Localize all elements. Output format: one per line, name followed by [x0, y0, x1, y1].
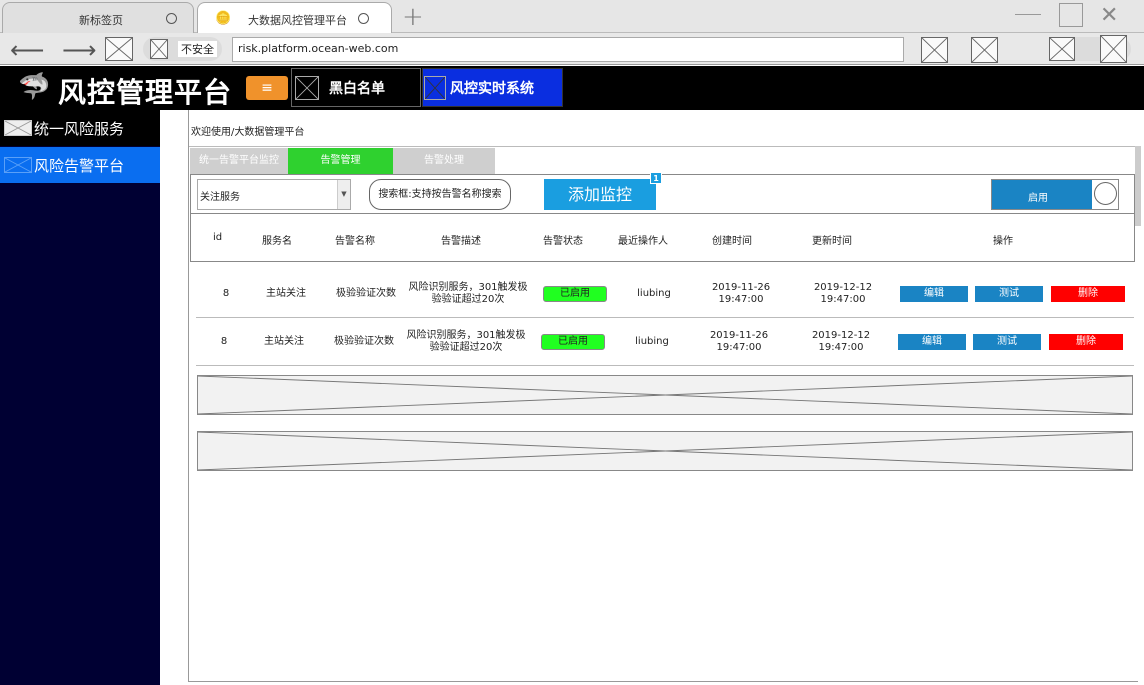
maximize-icon[interactable]: [1059, 3, 1083, 27]
status-badge: 已启用: [543, 286, 607, 302]
table-row: 8 主站关注 极验验证次数 风险识别服务，301触发极验验证超过20次 已启用 …: [196, 270, 1134, 318]
column-header: 告警名称: [335, 236, 375, 247]
sidebar-item-unified-risk[interactable]: 统一风险服务: [0, 110, 160, 146]
tab-alarm-handling[interactable]: 告警处理: [393, 148, 495, 174]
cell-operator: liubing: [637, 288, 671, 299]
alarm-platform-icon: [4, 157, 32, 173]
placeholder-image: [197, 375, 1133, 415]
cell-desc: 风险识别服务，301触发极验验证超过20次: [408, 282, 528, 305]
tab-close-icon[interactable]: [166, 13, 177, 24]
tab-close-icon[interactable]: [358, 13, 369, 24]
toolbar: 关注服务 ▼ 搜索框:支持按告警名称搜索 添加监控 1 启用: [190, 172, 1135, 214]
app-header: 🦈 风控管理平台 ≡ 黑白名单 风控实时系统: [0, 66, 1144, 110]
shark-logo-icon: 🦈: [18, 72, 51, 102]
cell-updated: 2019-12-12 19:47:00: [813, 282, 873, 305]
sidebar-item-label: 统一风险服务: [34, 119, 125, 138]
service-select[interactable]: 关注服务 ▼: [197, 179, 351, 210]
nav-realtime-system[interactable]: 风控实时系统: [422, 68, 563, 107]
cell-name: 极验验证次数: [334, 336, 394, 347]
url-input[interactable]: risk.platform.ocean-web.com: [232, 37, 904, 62]
tab-alarm-management[interactable]: 告警管理: [288, 148, 393, 174]
cell-name: 极验验证次数: [336, 288, 396, 299]
cell-operator: liubing: [635, 336, 669, 347]
tab-label: 大数据风控管理平台: [248, 14, 347, 27]
cell-updated: 2019-12-12 19:47:00: [811, 330, 871, 353]
column-header: 告警状态: [543, 236, 583, 247]
nav-realtime-label: 风控实时系统: [450, 80, 534, 97]
new-tab-plus-icon[interactable]: +: [402, 4, 424, 30]
test-button[interactable]: 测试: [975, 286, 1043, 302]
blacklist-icon: [295, 75, 319, 100]
browser-tab-bar: 新标签页 🪙 大数据风控管理平台 + ✕: [0, 0, 1144, 34]
column-header: 服务名: [262, 236, 292, 247]
placeholder-image: [197, 431, 1133, 471]
browser-tab-active[interactable]: 🪙 大数据风控管理平台: [197, 2, 392, 34]
minimize-icon[interactable]: [1015, 14, 1041, 15]
status-badge: 已启用: [541, 334, 605, 350]
cell-status: 已启用: [540, 318, 606, 366]
nav-blacklist-label: 黑白名单: [329, 80, 385, 97]
unified-risk-icon: [4, 120, 32, 136]
cell-desc: 风险识别服务，301触发极验验证超过20次: [406, 330, 526, 353]
column-header: 创建时间: [712, 236, 752, 247]
sidebar-item-alarm-platform[interactable]: 风险告警平台: [0, 147, 160, 183]
menu-toggle-button[interactable]: ≡: [246, 76, 288, 100]
cell-id: 8: [222, 288, 230, 299]
forward-arrow-icon[interactable]: ⟶: [62, 36, 96, 64]
cell-created: 2019-11-26 19:47:00: [709, 330, 769, 353]
add-monitor-button[interactable]: 添加监控: [544, 179, 656, 210]
extension-icon[interactable]: [921, 37, 948, 63]
table-row: 8 主站关注 极验验证次数 风险识别服务，301触发极验验证超过20次 已启用 …: [196, 318, 1134, 366]
service-select-value: 关注服务: [200, 192, 240, 203]
table-header: id 服务名 告警名称 告警描述 告警状态 最近操作人 创建时间 更新时间 操作: [190, 214, 1135, 262]
close-window-icon[interactable]: ✕: [1100, 3, 1118, 28]
test-button[interactable]: 测试: [973, 334, 1041, 350]
cell-created: 2019-11-26 19:47:00: [711, 282, 771, 305]
address-bar-row: ⟵ ⟶ 不安全 risk.platform.ocean-web.com: [0, 33, 1144, 65]
column-header: 最近操作人: [618, 236, 668, 247]
scrollbar[interactable]: [1135, 146, 1141, 226]
warning-icon: [150, 39, 168, 59]
column-header: 操作: [993, 236, 1013, 247]
breadcrumb: 欢迎使用/大数据管理平台: [191, 127, 305, 138]
bookmark-icon[interactable]: [971, 37, 998, 63]
main-content: 欢迎使用/大数据管理平台 统一告警平台监控 告警管理 告警处理 关注服务 ▼ 搜…: [188, 110, 1141, 682]
back-arrow-icon[interactable]: ⟵: [10, 36, 44, 64]
sidebar: 统一风险服务 风险告警平台: [0, 110, 160, 685]
column-header: 更新时间: [812, 236, 852, 247]
column-header: id: [213, 232, 223, 243]
app-title: 风控管理平台: [58, 76, 233, 109]
delete-button[interactable]: 删除: [1049, 334, 1123, 350]
tab-label: 新标签页: [79, 14, 123, 27]
toggle-knob[interactable]: [1094, 182, 1117, 205]
tab-alarm-monitor[interactable]: 统一告警平台监控: [190, 148, 288, 174]
nav-blacklist[interactable]: 黑白名单: [291, 68, 421, 107]
chevron-down-icon[interactable]: ▼: [337, 180, 350, 209]
security-label: 不安全: [178, 41, 217, 57]
toggle-label: 启用: [1028, 193, 1048, 204]
search-input[interactable]: 搜索框:支持按告警名称搜索: [369, 179, 511, 210]
cell-service: 主站关注: [266, 288, 306, 299]
column-header: 告警描述: [441, 236, 481, 247]
edit-button[interactable]: 编辑: [898, 334, 966, 350]
edit-button[interactable]: 编辑: [900, 286, 968, 302]
menu-icon[interactable]: [1100, 35, 1127, 63]
sidebar-item-label: 风险告警平台: [34, 156, 125, 175]
notification-badge: 1: [650, 172, 662, 184]
cell-service: 主站关注: [264, 336, 304, 347]
profile-icon[interactable]: [1049, 37, 1075, 61]
favicon-icon: 🪙: [215, 11, 232, 26]
cell-status: 已启用: [542, 270, 608, 318]
refresh-icon[interactable]: [105, 37, 133, 61]
enable-toggle[interactable]: 启用: [991, 179, 1119, 210]
realtime-icon: [424, 75, 446, 100]
cell-id: 8: [220, 336, 228, 347]
delete-button[interactable]: 删除: [1051, 286, 1125, 302]
sub-tabs: 统一告警平台监控 告警管理 告警处理: [189, 146, 1135, 174]
browser-tab-newtab[interactable]: 新标签页: [2, 2, 194, 33]
